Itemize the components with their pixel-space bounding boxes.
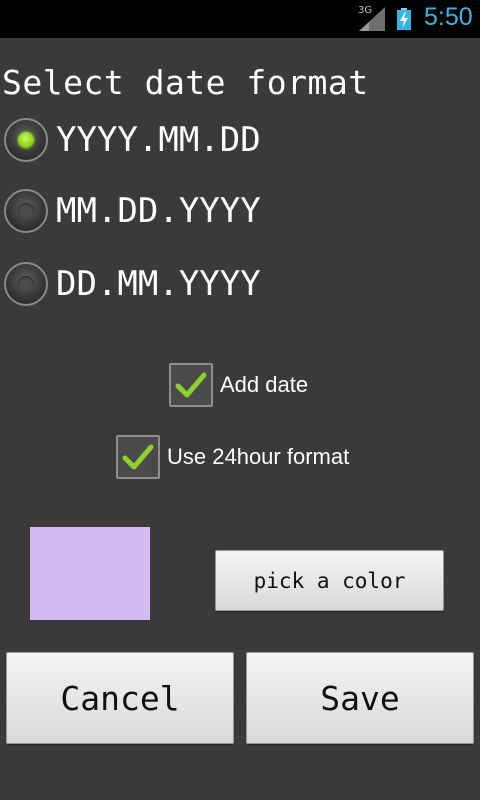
radio-button[interactable] [4, 262, 48, 306]
radio-label: MM.DD.YYYY [56, 191, 261, 231]
add-date-checkbox[interactable] [169, 363, 213, 407]
use-24hour-label: Use 24hour format [167, 444, 350, 469]
color-swatch [30, 527, 150, 620]
signal-icon [359, 7, 385, 31]
radio-option-dd-mm-yyyy[interactable]: DD.MM.YYYY [4, 258, 261, 310]
add-date-label: Add date [220, 372, 309, 397]
radio-label: YYYY.MM.DD [56, 120, 261, 160]
radio-dot [18, 276, 34, 292]
radio-option-mm-dd-yyyy[interactable]: MM.DD.YYYY [4, 185, 261, 237]
date-format-screen: 3G 5:50 Select date format YYYY.MM.DD MM… [0, 0, 480, 800]
radio-dot [18, 203, 34, 219]
status-clock: 5:50 [424, 3, 473, 31]
cancel-button[interactable]: Cancel [6, 652, 234, 744]
save-button[interactable]: Save [246, 652, 474, 744]
checkmark-icon [122, 444, 154, 470]
radio-button-selected[interactable] [4, 118, 48, 162]
radio-option-yyyy-mm-dd[interactable]: YYYY.MM.DD [4, 114, 261, 166]
status-bar: 3G 5:50 [0, 0, 480, 38]
add-date-option[interactable]: Add date [169, 362, 308, 408]
radio-button[interactable] [4, 189, 48, 233]
use-24hour-checkbox[interactable] [116, 435, 160, 479]
battery-charging-icon [397, 8, 411, 30]
use-24hour-option[interactable]: Use 24hour format [116, 434, 349, 480]
radio-label: DD.MM.YYYY [56, 264, 261, 304]
pick-color-button[interactable]: pick a color [215, 550, 444, 611]
checkmark-icon [175, 372, 207, 398]
radio-dot [18, 132, 34, 148]
page-title: Select date format [2, 63, 369, 102]
